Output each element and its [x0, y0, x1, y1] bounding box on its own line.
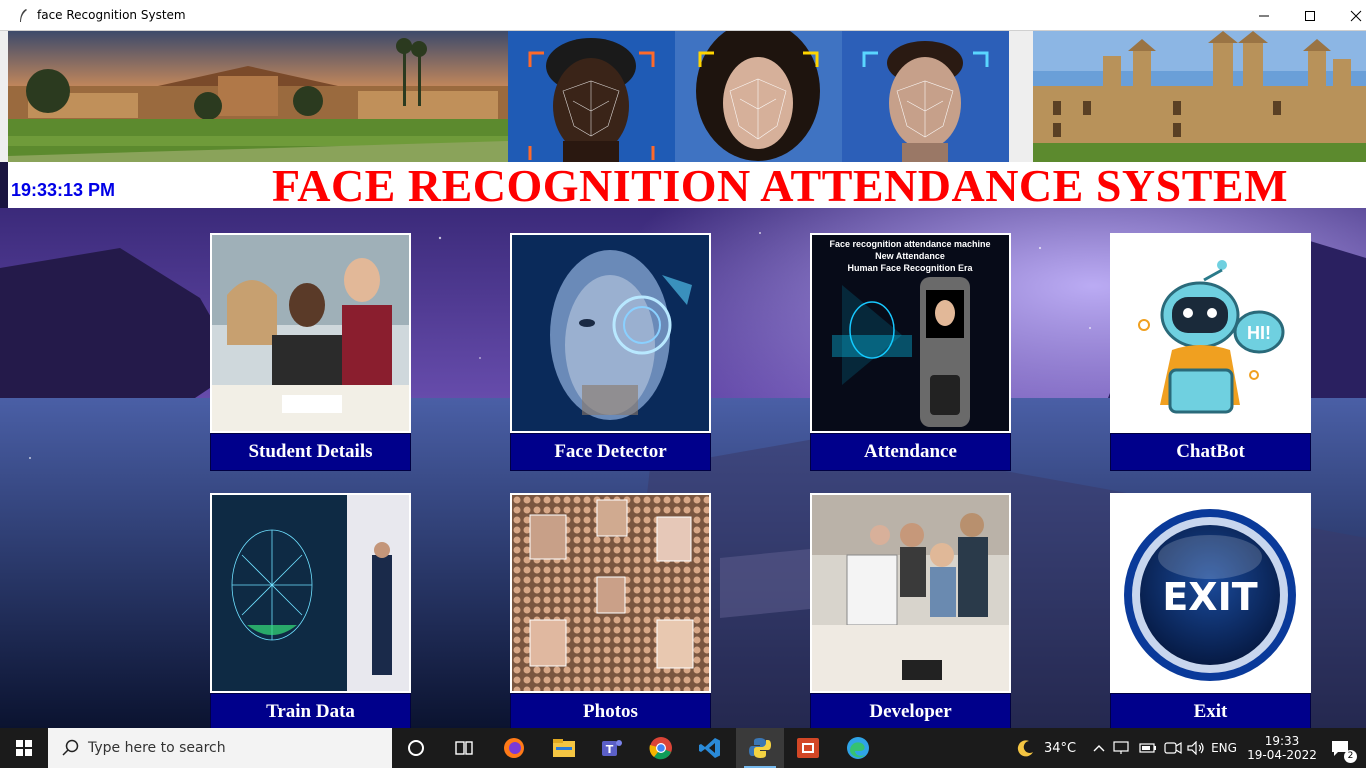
photos-image[interactable]: [510, 493, 711, 693]
chatbot-image[interactable]: HI!: [1110, 233, 1311, 433]
developer-button[interactable]: Developer: [810, 693, 1011, 731]
volume-icon: [1187, 741, 1204, 755]
photos-button[interactable]: Photos: [510, 693, 711, 731]
windows-icon: [16, 740, 32, 756]
volume-button[interactable]: [1184, 728, 1208, 768]
chrome-button[interactable]: [637, 728, 685, 768]
chevron-up-icon: [1093, 745, 1105, 752]
file-explorer-icon: [553, 739, 575, 757]
moon-icon: [1017, 740, 1033, 757]
language-button[interactable]: ENG: [1208, 728, 1240, 768]
search-placeholder: Type here to search: [88, 740, 226, 756]
maximize-button[interactable]: [1287, 0, 1333, 31]
window-title: face Recognition System: [37, 8, 186, 22]
search-icon: [62, 739, 79, 756]
battery-icon: [1139, 743, 1156, 753]
task-view-icon: [455, 741, 473, 755]
camera-icon: [1164, 741, 1182, 755]
firefox-icon: [504, 738, 524, 758]
taskbar-search[interactable]: Type here to search: [48, 728, 392, 768]
firefox-button[interactable]: [490, 728, 538, 768]
notification-button[interactable]: 2: [1320, 728, 1360, 768]
attendance-caption-2: New Attendance: [875, 251, 945, 261]
weather-temp: 34°C: [1043, 740, 1077, 756]
banner: [0, 31, 1366, 162]
edge-icon: [847, 737, 869, 759]
cortana-icon: [408, 740, 424, 756]
page-title: FACE RECOGNITION ATTENDANCE SYSTEM: [272, 160, 1288, 211]
network-button[interactable]: [1110, 728, 1134, 768]
header-bar: 19:33:13 PM FACE RECOGNITION ATTENDANCE …: [8, 160, 1366, 211]
cortana-button[interactable]: [392, 728, 440, 768]
language-label: ENG: [1211, 741, 1237, 755]
developer-image[interactable]: [810, 493, 1011, 693]
minimize-icon: [1259, 15, 1269, 16]
student-details-image[interactable]: [210, 233, 411, 433]
python-button[interactable]: [736, 728, 784, 768]
powerpoint-icon: [797, 738, 819, 758]
python-icon: [749, 738, 771, 758]
chatbot-hi-text: HI!: [1247, 323, 1271, 343]
taskbar-time: 19:33: [1264, 734, 1300, 748]
student-details-button[interactable]: Student Details: [210, 433, 411, 471]
minimize-button[interactable]: [1241, 0, 1287, 31]
edge-button[interactable]: [834, 728, 882, 768]
weather-widget[interactable]: 34°C: [1010, 728, 1082, 768]
attendance-caption-3: Human Face Recognition Era: [847, 263, 973, 273]
close-button[interactable]: [1333, 0, 1366, 31]
start-button[interactable]: [0, 728, 48, 768]
file-explorer-button[interactable]: [540, 728, 588, 768]
svg-text:T: T: [606, 743, 614, 756]
vscode-icon: [699, 738, 720, 758]
maximize-icon: [1305, 10, 1315, 21]
task-view-button[interactable]: [440, 728, 488, 768]
attendance-caption-1: Face recognition attendance machine: [829, 239, 990, 249]
face-detector-image[interactable]: [510, 233, 711, 433]
teams-icon: T: [602, 740, 622, 756]
network-icon: [1113, 741, 1129, 754]
train-data-image[interactable]: [210, 493, 411, 693]
face-scan-image-3: [842, 31, 1009, 162]
exit-image-text: EXIT: [1162, 575, 1257, 619]
taskbar: Type here to search T 34°C ENG 19:33 19-…: [0, 728, 1366, 768]
battery-button[interactable]: [1136, 728, 1160, 768]
face-scan-image-1: [508, 31, 675, 162]
face-detector-button[interactable]: Face Detector: [510, 433, 711, 471]
powerpoint-button[interactable]: [784, 728, 832, 768]
train-data-button[interactable]: Train Data: [210, 693, 411, 731]
clock-button[interactable]: 19:33 19-04-2022: [1245, 728, 1319, 768]
teams-button[interactable]: T: [588, 728, 636, 768]
chrome-icon: [649, 737, 672, 760]
vscode-button[interactable]: [686, 728, 734, 768]
feather-icon: [20, 9, 27, 22]
exit-button[interactable]: Exit: [1110, 693, 1311, 731]
face-scan-image-2: [675, 31, 842, 162]
campus-image-right: [1033, 31, 1366, 162]
meet-now-button[interactable]: [1161, 728, 1185, 768]
notification-badge: 2: [1344, 750, 1357, 763]
attendance-button[interactable]: Attendance: [810, 433, 1011, 471]
taskbar-date: 19-04-2022: [1247, 748, 1317, 762]
attendance-image[interactable]: Face recognition attendance machine New …: [810, 233, 1011, 433]
title-bar: face Recognition System: [0, 0, 1366, 31]
show-hidden-icons-button[interactable]: [1090, 728, 1108, 768]
campus-image-left: [8, 31, 508, 162]
chatbot-button[interactable]: ChatBot: [1110, 433, 1311, 471]
exit-image[interactable]: EXIT: [1110, 493, 1311, 693]
close-icon: [1350, 10, 1362, 21]
